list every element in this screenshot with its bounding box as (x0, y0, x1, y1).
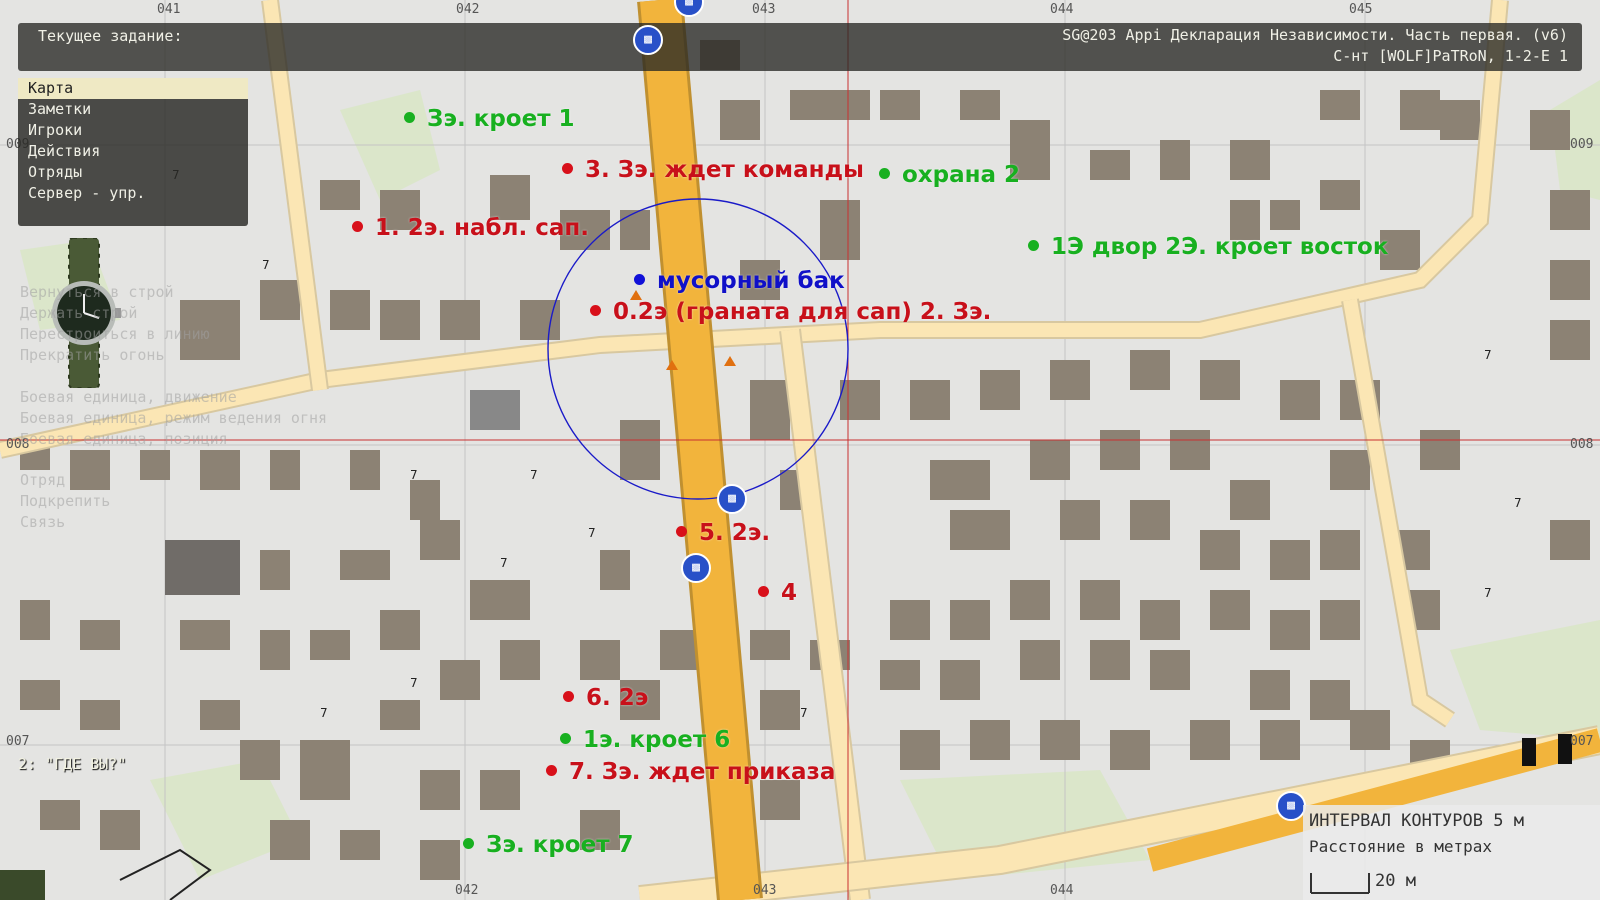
map-marker[interactable]: Зэ. кроет 1 (404, 106, 575, 132)
ghost-command-menu: Вернуться в строй Держать строй Перестро… (20, 282, 210, 366)
elevation-label: 7 (800, 706, 808, 720)
grid-label-bottom: 044 (1050, 883, 1074, 898)
elevation-label: 7 (262, 258, 270, 272)
map-marker[interactable]: 7. Зэ. ждет приказа (546, 759, 835, 785)
elevation-label: 7 (530, 468, 538, 482)
ghost-command-menu: Боевая единица, движение Боевая единица,… (20, 387, 327, 450)
marker-dot-icon (879, 168, 890, 179)
elevation-label: 7 (500, 556, 508, 570)
bus-stop-icon: ▩ (633, 25, 663, 55)
bus-stop-icon: ▩ (717, 484, 747, 514)
map-marker[interactable]: 6. 2э (563, 685, 648, 711)
menu-item-actions[interactable]: Действия (18, 141, 248, 162)
distance-label: Расстояние в метрах (1309, 837, 1493, 856)
marker-dot-icon (563, 691, 574, 702)
scale-bar-icon (1310, 873, 1370, 894)
ghost-item: Боевая единица, позиция (20, 430, 228, 448)
elevation-label: 7 (588, 526, 596, 540)
ghost-item: Держать строй (20, 304, 138, 322)
marker-dot-icon (1028, 240, 1039, 251)
grid-label-top: 043 (752, 2, 776, 17)
map-menu: Карта Заметки Игроки Действия Отряды Сер… (18, 78, 248, 226)
grid-label-right: 007 (1570, 734, 1594, 749)
map-legend: ИНТЕРВАЛ КОНТУРОВ 5 м Расстояние в метра… (1303, 805, 1600, 900)
menu-item-map[interactable]: Карта (18, 78, 248, 99)
ghost-item: Боевая единица, движение (20, 388, 237, 406)
elevation-label: 7 (320, 706, 328, 720)
map-marker[interactable]: 5. 2э. (676, 520, 770, 546)
elevation-label: 7 (1514, 496, 1522, 510)
map-marker[interactable]: 4 (758, 580, 797, 606)
map-marker[interactable]: Зэ. кроет 7 (463, 832, 634, 858)
player-name: С-нт [WOLF]PaTRoN, 1-2-E 1 (1333, 47, 1568, 65)
map-marker[interactable]: 1Э двор 2Э. кроет восток (1028, 234, 1388, 260)
ghost-item: Подкрепить (20, 492, 111, 510)
elevation-label: 7 (410, 468, 418, 482)
map-marker[interactable]: 1. 2э. набл. сап. (352, 215, 589, 241)
marker-dot-icon (352, 221, 363, 232)
grid-label-bottom: 042 (455, 883, 479, 898)
marker-dot-icon (634, 274, 645, 285)
grid-label-top: 045 (1349, 2, 1373, 17)
marker-dot-icon (590, 305, 601, 316)
elevation-label: 7 (1484, 586, 1492, 600)
map-marker[interactable]: мусорный бак (634, 268, 845, 294)
marker-dot-icon (463, 838, 474, 849)
current-task-label: Текущее задание: (38, 27, 183, 45)
contour-interval: ИНТЕРВАЛ КОНТУРОВ 5 м (1309, 811, 1524, 831)
menu-item-notes[interactable]: Заметки (18, 99, 248, 120)
ghost-item: Вернуться в строй (20, 283, 174, 301)
map-marker[interactable]: охрана 2 (879, 162, 1020, 188)
grid-label-top: 041 (157, 2, 181, 17)
marker-dot-icon (562, 163, 573, 174)
bus-stop-icon: ▩ (1276, 791, 1306, 821)
map-marker[interactable]: 0.2э (граната для сап) 2. Зэ. (590, 299, 991, 325)
grid-label-top: 044 (1050, 2, 1074, 17)
elevation-label: 7 (1484, 348, 1492, 362)
ghost-item: Отряд (20, 471, 66, 489)
chat-message: 2: "ГДЕ ВЫ?" (18, 755, 127, 773)
ghost-command-menu: Отряд Подкрепить Связь (20, 470, 110, 533)
menu-item-squads[interactable]: Отряды (18, 162, 248, 183)
scale-label: 20 м (1375, 871, 1416, 891)
bus-stop-icon: ▩ (681, 553, 711, 583)
grid-label-right: 008 (1570, 437, 1594, 452)
ghost-item: Связь (20, 513, 66, 531)
elevation-label: 7 (410, 676, 418, 690)
marker-dot-icon (560, 733, 571, 744)
grid-label-left: 007 (6, 734, 30, 749)
map-marker[interactable]: 1э. кроет 6 (560, 727, 730, 753)
ghost-item: Боевая единица, режим ведения огня (20, 409, 328, 427)
grid-label-right: 009 (1570, 137, 1594, 152)
mission-title: SG@203 Appi Декларация Независимости. Ча… (1062, 26, 1568, 44)
menu-item-server-control[interactable]: Сервер - упр. (18, 183, 248, 204)
ghost-item: Перестроиться в линию (20, 325, 210, 343)
marker-dot-icon (404, 112, 415, 123)
marker-dot-icon (546, 765, 557, 776)
grid-label-bottom: 043 (753, 883, 777, 898)
marker-dot-icon (758, 586, 769, 597)
map-marker[interactable]: 3. Зэ. ждет команды (562, 157, 864, 183)
grid-label-top: 042 (456, 2, 480, 17)
mission-header: Текущее задание: SG@203 Appi Декларация … (18, 23, 1582, 71)
ghost-item: Прекратить огонь (20, 346, 165, 364)
menu-item-players[interactable]: Игроки (18, 120, 248, 141)
marker-dot-icon (676, 526, 687, 537)
